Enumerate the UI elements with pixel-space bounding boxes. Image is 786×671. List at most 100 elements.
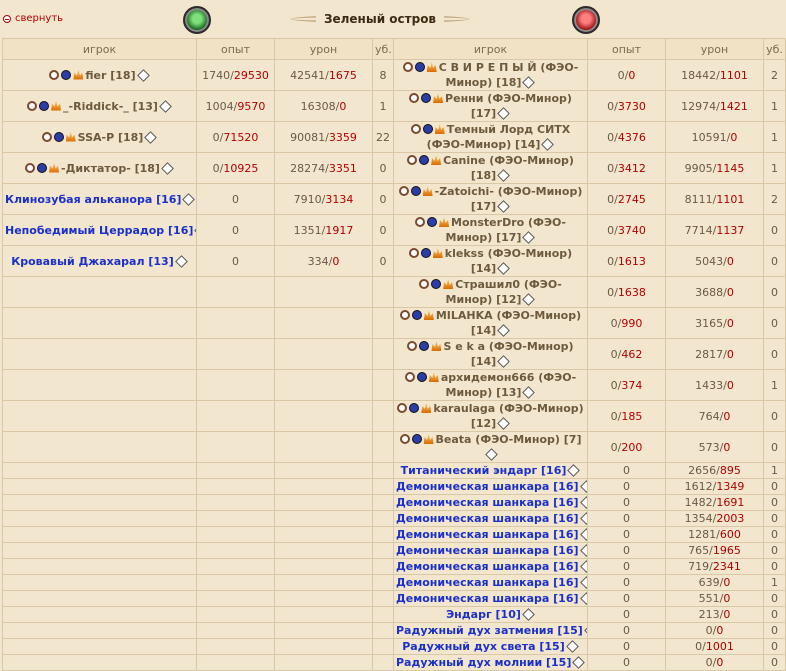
player-name-link[interactable]: karaulaga (ФЭО-Минор) [12] xyxy=(433,402,583,430)
player-name-link[interactable]: Демоническая шанкара [16] xyxy=(396,480,579,493)
info-icon[interactable] xyxy=(579,544,587,557)
player-name-link[interactable]: S e k a (ФЭО-Минор) [14] xyxy=(443,340,573,368)
player-name-link[interactable]: архидемон666 (ФЭО-Минор) [13] xyxy=(441,371,576,399)
player-name-link[interactable]: Демоническая шанкара [16] xyxy=(396,512,579,525)
player-name-link[interactable]: Демоническая шанкара [16] xyxy=(396,576,579,589)
player-name-link[interactable]: klekss (ФЭО-Минор) [14] xyxy=(445,247,572,275)
player-cell xyxy=(2,431,197,463)
damage-cell: 16308/0 xyxy=(274,90,373,122)
damage-cell-secondary: 600 xyxy=(719,528,741,541)
info-icon[interactable] xyxy=(144,130,158,144)
table-row: Радужный дух затмения [15] 0 0/0 0 xyxy=(2,622,786,639)
player-name-link[interactable]: Ренни (ФЭО-Минор) [17] xyxy=(445,92,572,120)
clan-icon[interactable] xyxy=(427,217,438,227)
clan-icon[interactable] xyxy=(61,69,72,80)
player-name-link[interactable]: -Zatoichi- (ФЭО-Минор) [17] xyxy=(435,185,583,213)
clan-icon[interactable] xyxy=(414,62,425,72)
exp-cell-secondary: 4376 xyxy=(617,130,646,144)
info-icon[interactable] xyxy=(161,161,174,175)
damage-cell-secondary: 0 xyxy=(339,99,347,113)
clan-icon[interactable] xyxy=(431,279,442,289)
info-icon[interactable] xyxy=(579,512,587,525)
clan-icon[interactable] xyxy=(420,248,431,258)
info-icon[interactable] xyxy=(484,448,498,461)
info-icon[interactable] xyxy=(579,560,587,573)
player-cell: Демоническая шанкара [16] xyxy=(393,526,588,543)
info-icon[interactable] xyxy=(579,576,587,589)
player-name-link[interactable]: MonsterDro (ФЭО-Минор) [17] xyxy=(446,216,566,244)
kills-cell xyxy=(372,307,394,339)
col-dmg-right: урон xyxy=(665,38,764,60)
player-name-link[interactable]: Клинозубая альканора [16] xyxy=(5,193,181,206)
clan-icon[interactable] xyxy=(53,131,64,142)
clan-icon[interactable] xyxy=(410,186,421,196)
damage-cell-value: 334 xyxy=(307,254,329,268)
player-cell: Ренни (ФЭО-Минор) [17] xyxy=(393,90,588,122)
player-name-link[interactable]: Демоническая шанкара [16] xyxy=(396,544,579,557)
player-name-link[interactable]: MILAHKA (ФЭО-Минор) [14] xyxy=(436,309,581,337)
info-icon[interactable] xyxy=(565,640,579,653)
player-name-link[interactable]: Эндарг [10] xyxy=(446,608,521,621)
player-name-link[interactable]: Страшил0 (ФЭО-Минор) [12] xyxy=(446,278,562,306)
info-icon[interactable] xyxy=(182,192,196,206)
info-icon[interactable] xyxy=(522,231,536,244)
info-icon[interactable] xyxy=(583,624,587,637)
player-name-link[interactable]: Beata (ФЭО-Минор) [7] xyxy=(436,433,582,446)
player-name-link[interactable]: Непобедимый Церрадор [16] xyxy=(5,224,193,237)
damage-cell-value: 2817 xyxy=(695,347,724,361)
clan-icon[interactable] xyxy=(37,162,48,173)
info-icon[interactable] xyxy=(579,496,587,509)
info-icon[interactable] xyxy=(579,592,587,605)
player-cell: klekss (ФЭО-Минор) [14] xyxy=(393,245,588,277)
clan-icon[interactable] xyxy=(411,310,422,320)
info-icon[interactable] xyxy=(522,386,536,399)
info-icon[interactable] xyxy=(174,254,188,268)
info-icon[interactable] xyxy=(579,528,587,541)
clan-icon[interactable] xyxy=(422,124,433,134)
info-icon[interactable] xyxy=(497,262,511,275)
info-icon[interactable] xyxy=(497,355,511,368)
info-icon[interactable] xyxy=(159,99,172,113)
info-icon[interactable] xyxy=(497,200,511,213)
player-name-link[interactable]: Кровавый Джахарал [13] xyxy=(11,255,173,268)
player-name-link[interactable]: Радужный дух затмения [15] xyxy=(396,624,583,637)
info-icon[interactable] xyxy=(567,464,581,477)
player-name-link[interactable]: -Диктатор- [18] xyxy=(61,162,160,175)
info-icon[interactable] xyxy=(541,138,555,151)
clan-icon[interactable] xyxy=(419,155,430,165)
player-name-link[interactable]: Демоническая шанкара [16] xyxy=(396,560,579,573)
player-cell: Canine (ФЭО-Минор) [18] xyxy=(393,152,588,184)
damage-cell-value: 1433 xyxy=(695,378,724,392)
damage-cell-value: 16308 xyxy=(300,99,336,113)
clan-icon[interactable] xyxy=(411,434,422,444)
player-name-link[interactable]: Canine (ФЭО-Минор) [18] xyxy=(443,154,574,182)
player-name-link[interactable]: SSA-P [18] xyxy=(78,131,144,144)
clan-icon[interactable] xyxy=(39,100,50,111)
info-icon[interactable] xyxy=(497,107,511,120)
player-name-link[interactable]: Радужный дух молнии [15] xyxy=(396,656,571,669)
player-name-link[interactable]: Демоническая шанкара [16] xyxy=(396,496,579,509)
info-icon[interactable] xyxy=(522,293,536,306)
clan-icon[interactable] xyxy=(416,372,427,382)
player-name-link[interactable]: Радужный дух света [15] xyxy=(402,640,564,653)
player-name-link[interactable]: fier [18] xyxy=(85,69,135,82)
collapse-button[interactable]: свернуть xyxy=(3,13,63,24)
info-icon[interactable] xyxy=(497,417,511,430)
clan-icon[interactable] xyxy=(419,341,430,351)
clan-icon[interactable] xyxy=(421,93,432,103)
exp-cell-value: 1740 xyxy=(202,68,231,82)
player-name-link[interactable]: С В И Р Е П Ы Й (ФЭО-Минор) [18] xyxy=(439,61,579,89)
info-icon[interactable] xyxy=(522,76,536,89)
info-icon[interactable] xyxy=(497,169,511,182)
info-icon[interactable] xyxy=(497,324,511,337)
damage-cell xyxy=(274,494,373,511)
info-icon[interactable] xyxy=(136,68,150,82)
player-name-link[interactable]: _-Riddick-_ [13] xyxy=(63,100,158,113)
info-icon[interactable] xyxy=(572,656,586,669)
info-icon[interactable] xyxy=(522,608,535,621)
player-name-link[interactable]: Демоническая шанкара [16] xyxy=(396,528,579,541)
info-icon[interactable] xyxy=(579,480,587,493)
player-name-link[interactable]: Титанический эндарг [16] xyxy=(401,464,567,477)
player-name-link[interactable]: Демоническая шанкара [16] xyxy=(396,592,579,605)
clan-icon[interactable] xyxy=(409,403,420,413)
